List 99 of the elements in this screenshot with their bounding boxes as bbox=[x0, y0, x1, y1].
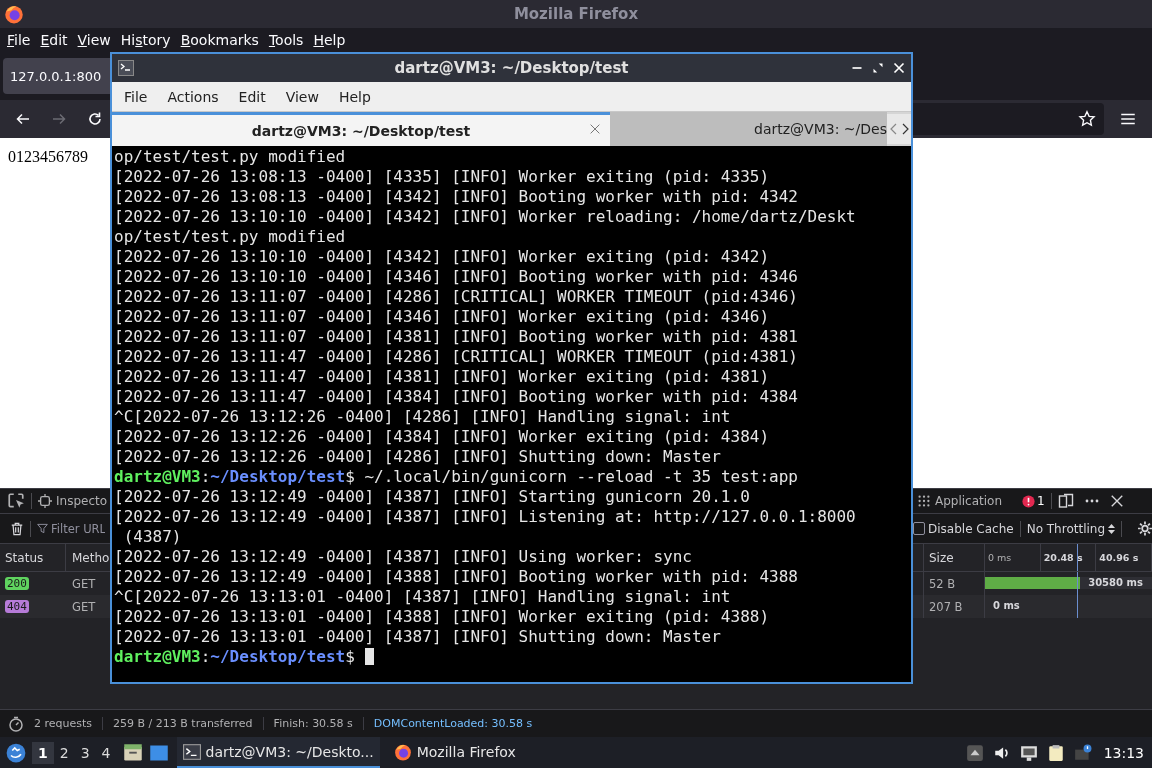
notification-icon[interactable] bbox=[1073, 743, 1092, 762]
terminal-line: [2022-07-26 13:12:26 -0400] [4384] [INFO] Worker exiting (pid: 4384) bbox=[114, 427, 771, 447]
terminal-line: [2022-07-26 13:08:13 -0400] [4342] [INFO] Booting worker with pid: 4342 bbox=[114, 187, 799, 207]
terminal-tab[interactable]: dartz@VM3: ~/Des bbox=[610, 112, 887, 146]
target-icon bbox=[38, 494, 52, 508]
menu-item[interactable]: Edit bbox=[228, 88, 276, 105]
terminal-line: dartz@VM3:~/Desktop/test$ bbox=[114, 647, 909, 667]
terminal-line: [2022-07-26 13:11:47 -0400] [4381] [INFO] Worker exiting (pid: 4381) bbox=[114, 367, 771, 387]
terminal-tab[interactable]: dartz@VM3: ~/Desktop/test bbox=[112, 112, 610, 146]
terminal-line: [2022-07-26 13:10:10 -0400] [4342] [INFO] Worker exiting (pid: 4342) bbox=[114, 247, 771, 267]
status-code: 200 bbox=[5, 577, 29, 590]
file-manager-icon[interactable] bbox=[122, 742, 143, 763]
trash-icon[interactable] bbox=[10, 520, 24, 537]
terminal-line: [2022-07-26 13:11:07 -0400] [4346] [INFO] Worker exiting (pid: 4346) bbox=[114, 307, 771, 327]
terminal-icon bbox=[117, 60, 135, 76]
table-cell-text: GET bbox=[71, 599, 97, 614]
terminal-line: [2022-07-26 13:10:10 -0400] [4342] [INFO] Worker reloading: /home/dartz/Deskt bbox=[114, 207, 857, 227]
start-menu-icon[interactable] bbox=[6, 742, 26, 763]
terminal-line: [2022-07-26 13:11:07 -0400] [4286] [CRITICAL] WORKER TIMEOUT (pid:4346) bbox=[114, 287, 799, 307]
network-icon[interactable] bbox=[1019, 743, 1038, 762]
workspace-button[interactable]: 3 bbox=[74, 741, 96, 764]
menu-item[interactable]: History bbox=[115, 32, 176, 48]
column-header[interactable]: Metho bbox=[66, 550, 110, 565]
terminal-line: op/test/test.py modified bbox=[114, 227, 347, 247]
reload-icon[interactable] bbox=[87, 111, 103, 127]
menu-item[interactable]: Edit bbox=[35, 32, 73, 48]
summary-text: Finish: 30.58 s bbox=[262, 717, 363, 730]
terminal-line: (4387) bbox=[122, 527, 183, 547]
menu-item[interactable]: Help bbox=[308, 32, 351, 48]
chevron-right-icon bbox=[901, 123, 909, 135]
chevron-left-icon bbox=[889, 123, 897, 135]
terminal-line: [2022-07-26 13:13:01 -0400] [4387] [INFO] Shutting down: Master bbox=[114, 627, 722, 647]
timeline-tick: 0 ms bbox=[985, 544, 1041, 571]
terminal-line: [2022-07-26 13:13:01 -0400] [4388] [INFO] Worker exiting (pid: 4388) bbox=[114, 607, 771, 627]
filter-field[interactable]: Filter URL bbox=[37, 517, 105, 540]
table-cell-text: GET bbox=[71, 576, 97, 591]
window-title: Mozilla Firefox bbox=[513, 5, 639, 23]
taskbar-task[interactable]: Mozilla Firefox bbox=[387, 737, 522, 768]
terminal-line: ^C[2022-07-26 13:13:01 -0400] [4387] [INFO] Handling signal: int bbox=[114, 587, 732, 607]
terminal-line: [2022-07-26 13:12:49 -0400] [4387] [INFO] Starting gunicorn 20.1.0 bbox=[114, 487, 751, 507]
terminal-line: [2022-07-26 13:12:26 -0400] [4286] [INFO] Shutting down: Master bbox=[114, 447, 722, 467]
terminal-line: [2022-07-26 13:11:47 -0400] [4286] [CRITICAL] WORKER TIMEOUT (pid:4381) bbox=[114, 347, 799, 367]
menu-item[interactable]: View bbox=[275, 88, 329, 105]
terminal-line: dartz@VM3:~/Desktop/test$ ~/.local/bin/gunicorn --reload -t 35 test:app bbox=[114, 467, 799, 487]
grid-icon bbox=[917, 494, 931, 508]
terminal-line: [2022-07-26 13:10:10 -0400] [4346] [INFO] Booting worker with pid: 4346 bbox=[114, 267, 799, 287]
star-icon[interactable] bbox=[1078, 110, 1096, 128]
menu-item[interactable]: View bbox=[72, 32, 116, 48]
timing-label: 0 ms bbox=[993, 600, 1020, 611]
timeline-tick: 40.96 s bbox=[1096, 544, 1152, 571]
terminal-line: [2022-07-26 13:12:49 -0400] [4387] [INFO] Using worker: sync bbox=[114, 547, 693, 567]
throttling-dropdown[interactable]: No Throttling bbox=[1026, 521, 1116, 536]
terminal-line: [2022-07-26 13:12:49 -0400] [4388] [INFO] Booting worker with pid: 4388 bbox=[114, 567, 799, 587]
clock[interactable]: 13:13 bbox=[1103, 744, 1144, 761]
terminal-line: [2022-07-26 13:11:07 -0400] [4381] [INFO] Booting worker with pid: 4381 bbox=[114, 327, 799, 347]
column-header[interactable]: Status bbox=[0, 544, 66, 571]
terminal-icon bbox=[182, 742, 201, 761]
forward-icon[interactable] bbox=[51, 111, 67, 127]
responsive-mode-icon[interactable] bbox=[1057, 493, 1074, 509]
browser-logo-icon bbox=[4, 4, 24, 24]
summary-text: 259 B / 213 B transferred bbox=[102, 717, 263, 730]
menu-item[interactable]: Actions bbox=[157, 88, 229, 105]
terminal-line: [2022-07-26 13:11:47 -0400] [4384] [INFO] Booting worker with pid: 4384 bbox=[114, 387, 799, 407]
workspace-button[interactable]: 4 bbox=[95, 741, 117, 764]
menu-item[interactable]: Help bbox=[328, 88, 381, 105]
sort-arrows-icon bbox=[1108, 523, 1116, 534]
back-icon[interactable] bbox=[15, 111, 31, 127]
devtools-tab[interactable]: Application bbox=[917, 494, 1003, 508]
devtools-tab[interactable]: Inspecto bbox=[38, 494, 108, 508]
browser-tab[interactable]: 127.0.0.1:800 bbox=[3, 58, 110, 94]
taskbar-task[interactable]: dartz@VM3: ~/Deskto... bbox=[176, 737, 380, 768]
terminal-line: [2022-07-26 13:08:13 -0400] [4335] [INFO] Worker exiting (pid: 4335) bbox=[114, 167, 771, 187]
column-header[interactable]: Size bbox=[923, 544, 985, 571]
menu-item[interactable]: Bookmarks bbox=[175, 32, 264, 48]
workspace-button[interactable]: 2 bbox=[53, 741, 75, 764]
workspace-button[interactable]: 1 bbox=[32, 741, 54, 764]
table-cell: 207 B bbox=[923, 595, 985, 618]
stopwatch-icon[interactable] bbox=[8, 715, 24, 732]
menu-item[interactable]: File bbox=[114, 88, 158, 105]
element-picker-icon[interactable] bbox=[7, 492, 25, 510]
terminal-line: ^C[2022-07-26 13:12:26 -0400] [4286] [INFO] Handling signal: int bbox=[114, 407, 732, 427]
terminal-line: [2022-07-26 13:12:49 -0400] [4387] [INFO] Listening at: http://127.0.0.1:8000 bbox=[114, 507, 857, 527]
settings-icon[interactable] bbox=[1138, 520, 1152, 537]
window-title: dartz@VM3: ~/Desktop/test bbox=[394, 59, 629, 77]
maximize-icon[interactable] bbox=[872, 62, 884, 74]
error-icon bbox=[1022, 494, 1036, 508]
filter-icon bbox=[37, 523, 48, 534]
terminal-line: op/test/test.py modified bbox=[114, 147, 347, 167]
summary-text: 2 requests bbox=[34, 717, 94, 730]
page-text: 0123456789 bbox=[8, 148, 88, 166]
scroll-right-button[interactable] bbox=[899, 114, 911, 144]
timing-label: 30580 ms bbox=[1088, 577, 1143, 588]
summary-text: DOMContentLoaded: 30.58 s bbox=[362, 717, 543, 730]
browser-logo-icon bbox=[393, 742, 412, 761]
status-code: 404 bbox=[5, 600, 29, 613]
menu-item[interactable]: File bbox=[2, 32, 36, 48]
menu-item[interactable]: Tools bbox=[263, 32, 309, 48]
clipboard-icon[interactable] bbox=[1046, 743, 1065, 762]
error-count[interactable]: 1 bbox=[1022, 494, 1045, 508]
